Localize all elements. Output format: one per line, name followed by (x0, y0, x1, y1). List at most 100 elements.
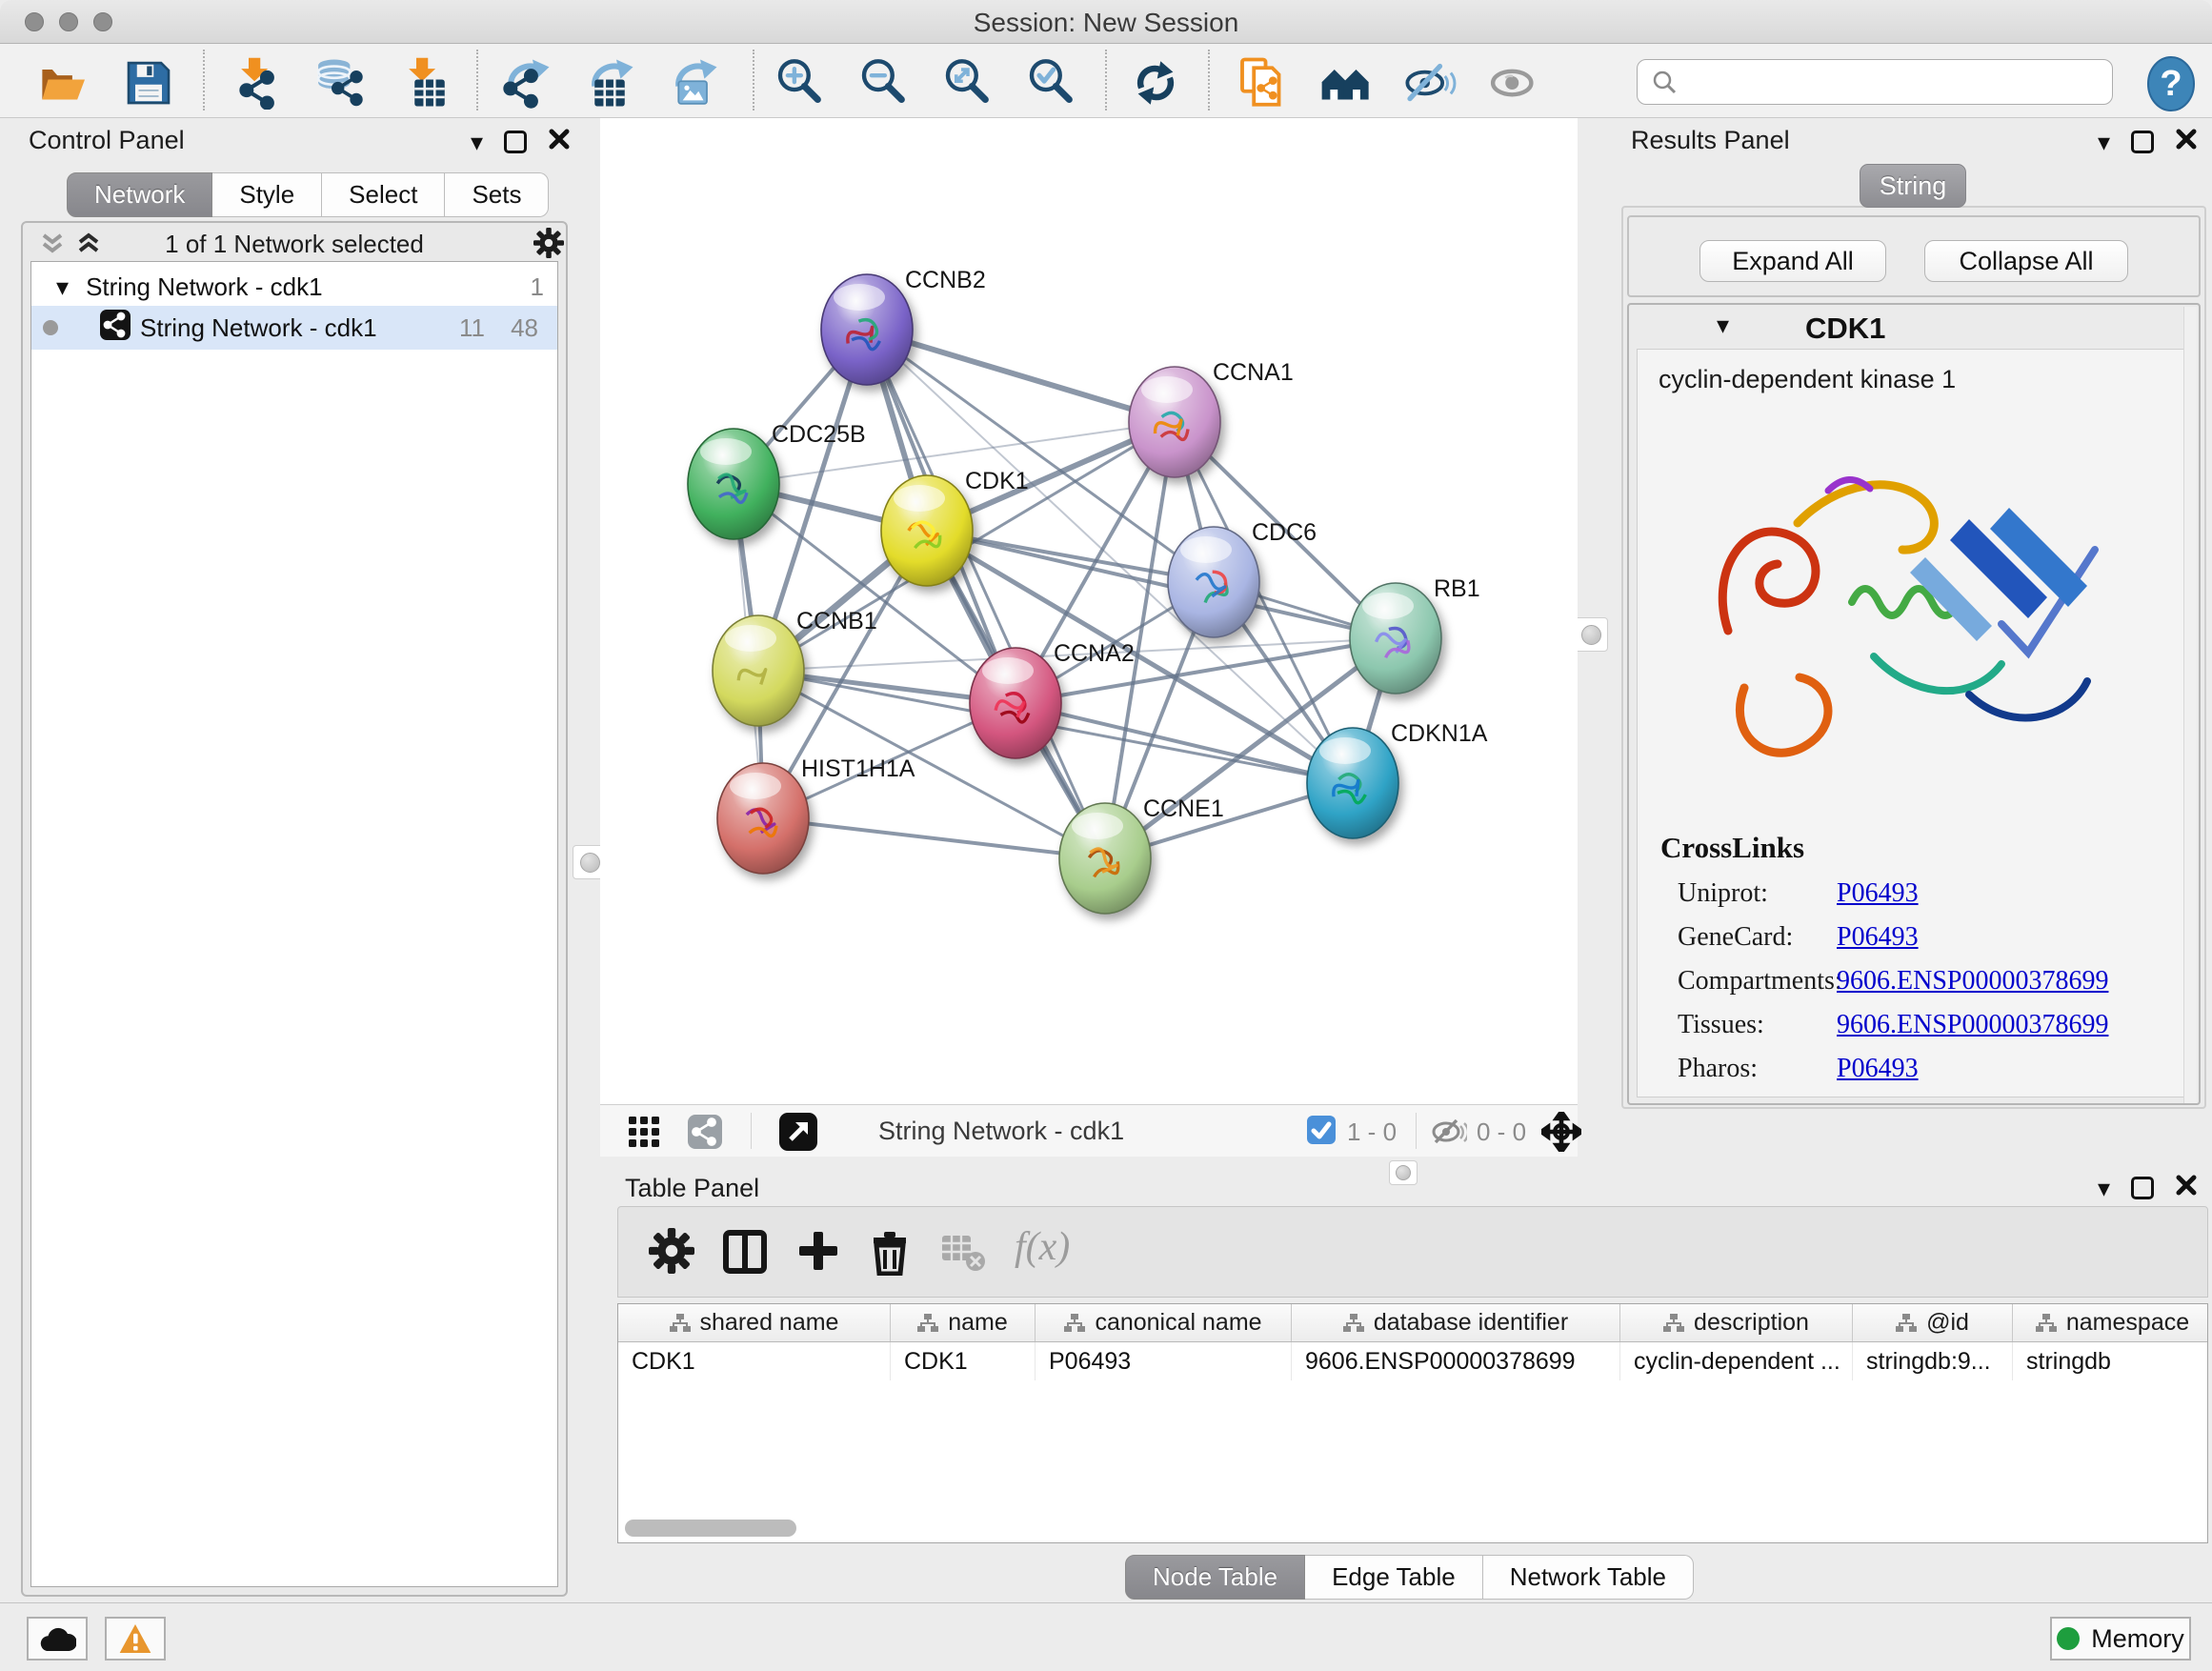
search-input[interactable] (1678, 68, 2087, 97)
node-HIST1H1A[interactable] (717, 763, 809, 874)
zoom-in-button[interactable] (774, 56, 827, 110)
results-scrollbar[interactable] (2183, 307, 2197, 1103)
node-CCNA2[interactable] (970, 648, 1061, 758)
clone-network-button[interactable] (1236, 56, 1289, 110)
cell-name[interactable]: CDK1 (891, 1342, 1036, 1380)
column-header-database-identifier[interactable]: database identifier (1292, 1304, 1620, 1341)
column-header-shared-name[interactable]: shared name (618, 1304, 891, 1341)
selected-checkbox-icon[interactable] (1307, 1116, 1336, 1149)
network-canvas[interactable]: CCNB2 CCNA1 CDC25B CDK1 CDC6 RB1 CCNB1 C… (600, 118, 1578, 1104)
memory-button[interactable]: Memory (2050, 1617, 2191, 1661)
node-CCNB1[interactable] (713, 615, 804, 726)
network-graph[interactable]: CCNB2 CCNA1 CDC25B CDK1 CDC6 RB1 CCNB1 C… (600, 118, 1578, 1104)
tab-node-table[interactable]: Node Table (1125, 1555, 1305, 1600)
network-row-selected[interactable]: String Network - cdk1 11 48 (31, 306, 557, 350)
cell-shared-name[interactable]: CDK1 (618, 1342, 891, 1380)
search-box[interactable] (1637, 59, 2113, 105)
create-column-plus-icon[interactable] (795, 1228, 841, 1278)
panel-menu-icon[interactable]: ▾ (471, 130, 483, 154)
collection-expand-icon[interactable]: ▾ (56, 274, 69, 299)
detach-view-icon[interactable] (779, 1113, 817, 1156)
close-panel-icon[interactable] (548, 128, 571, 155)
node-table[interactable]: shared namenamecanonical namedatabase id… (617, 1303, 2208, 1543)
tab-sets[interactable]: Sets (445, 172, 549, 217)
cell-description[interactable]: cyclin-dependent ... (1620, 1342, 1853, 1380)
node-CCNA1[interactable] (1129, 367, 1220, 477)
export-table-button[interactable] (583, 56, 636, 110)
panel-menu-icon[interactable]: ▾ (2098, 130, 2110, 154)
show-all-button[interactable] (1487, 56, 1540, 110)
node-CDKN1A[interactable] (1307, 728, 1398, 838)
cell-canonical-name[interactable]: P06493 (1036, 1342, 1292, 1380)
table-horizontal-scrollbar[interactable] (619, 1520, 2193, 1539)
zoom-out-button[interactable] (857, 56, 911, 110)
cell-database-identifier[interactable]: 9606.ENSP00000378699 (1292, 1342, 1620, 1380)
import-network-file-button[interactable] (229, 56, 282, 110)
crosslink-link[interactable]: 9606.ENSP00000378699 (1837, 1010, 2108, 1040)
network-options-gear-icon[interactable] (533, 228, 564, 263)
export-network-button[interactable] (499, 56, 553, 110)
crosslink-link[interactable]: 9606.ENSP00000378699 (1837, 966, 2108, 997)
import-table-file-button[interactable] (396, 56, 450, 110)
results-tab-string[interactable]: String (1860, 164, 1966, 208)
table-options-gear-icon[interactable] (649, 1228, 694, 1278)
cell-@id[interactable]: stringdb:9... (1853, 1342, 2013, 1380)
column-header-@id[interactable]: @id (1853, 1304, 2013, 1341)
right-splitter-grip[interactable] (1574, 617, 1608, 652)
open-session-button[interactable] (38, 56, 91, 110)
edge-HIST1H1A-CCNE1[interactable] (763, 818, 1105, 858)
column-header-description[interactable]: description (1620, 1304, 1853, 1341)
node-CCNB2[interactable] (821, 274, 913, 385)
help-button[interactable]: ? (2143, 55, 2199, 117)
tab-network-table[interactable]: Network Table (1483, 1555, 1694, 1600)
table-row[interactable]: CDK1CDK1P064939606.ENSP00000378699cyclin… (618, 1342, 2207, 1380)
cloud-button[interactable] (27, 1617, 88, 1661)
collapse-card-icon[interactable]: ▾ (1717, 312, 1729, 337)
save-session-button[interactable] (122, 56, 175, 110)
float-panel-icon[interactable] (504, 131, 527, 153)
warnings-button[interactable] (105, 1617, 166, 1661)
column-header-namespace[interactable]: namespace (2013, 1304, 2208, 1341)
close-panel-icon[interactable] (2175, 1174, 2198, 1201)
tab-edge-table[interactable]: Edge Table (1305, 1555, 1483, 1600)
birds-eye-view-icon[interactable] (629, 1117, 661, 1152)
node-CDC6[interactable] (1168, 527, 1259, 637)
float-panel-icon[interactable] (2131, 131, 2154, 153)
network-collection-row[interactable]: ▾ String Network - cdk1 1 (31, 268, 557, 306)
zoom-selected-button[interactable] (1025, 56, 1078, 110)
edge-CCNB2-CCNA1[interactable] (867, 330, 1175, 422)
hide-selected-button[interactable] (1403, 56, 1457, 110)
zoom-fit-button[interactable] (941, 56, 995, 110)
tab-style[interactable]: Style (212, 172, 322, 217)
node-RB1[interactable] (1350, 583, 1441, 694)
protein-card-header[interactable]: ▾ CDK1 (1629, 305, 2199, 347)
node-CDK1[interactable] (881, 475, 973, 586)
export-image-button[interactable] (667, 56, 720, 110)
column-header-canonical-name[interactable]: canonical name (1036, 1304, 1292, 1341)
crosslink-link[interactable]: P06493 (1837, 922, 1919, 953)
first-neighbors-button[interactable] (1319, 56, 1373, 110)
scrollbar-thumb[interactable] (625, 1520, 796, 1537)
crosslink-label: GeneCard: (1660, 922, 1837, 953)
panel-menu-icon[interactable]: ▾ (2098, 1176, 2110, 1200)
close-panel-icon[interactable] (2175, 128, 2198, 155)
fit-selected-crosshair-icon[interactable] (1541, 1112, 1581, 1157)
expand-all-button[interactable]: Expand All (1699, 240, 1886, 282)
tab-select[interactable]: Select (322, 172, 445, 217)
bottom-splitter-grip[interactable] (1389, 1160, 1418, 1185)
cell-namespace[interactable]: stringdb (2013, 1342, 2208, 1380)
node-CDC25B[interactable] (688, 429, 779, 539)
tab-network[interactable]: Network (67, 172, 212, 217)
import-network-database-button[interactable] (312, 56, 366, 110)
float-panel-icon[interactable] (2131, 1177, 2154, 1199)
column-header-name[interactable]: name (891, 1304, 1036, 1341)
refresh-view-button[interactable] (1129, 56, 1182, 110)
crosslink-row: Tissues:9606.ENSP00000378699 (1660, 1010, 2175, 1040)
crosslink-link[interactable]: P06493 (1837, 878, 1919, 909)
crosslink-link[interactable]: P06493 (1837, 1054, 1919, 1084)
show-columns-icon[interactable] (721, 1228, 769, 1280)
delete-column-trash-icon[interactable] (868, 1228, 912, 1280)
collapse-all-button[interactable]: Collapse All (1924, 240, 2128, 282)
node-CCNE1[interactable] (1059, 803, 1151, 914)
string-view-icon[interactable] (688, 1115, 722, 1154)
